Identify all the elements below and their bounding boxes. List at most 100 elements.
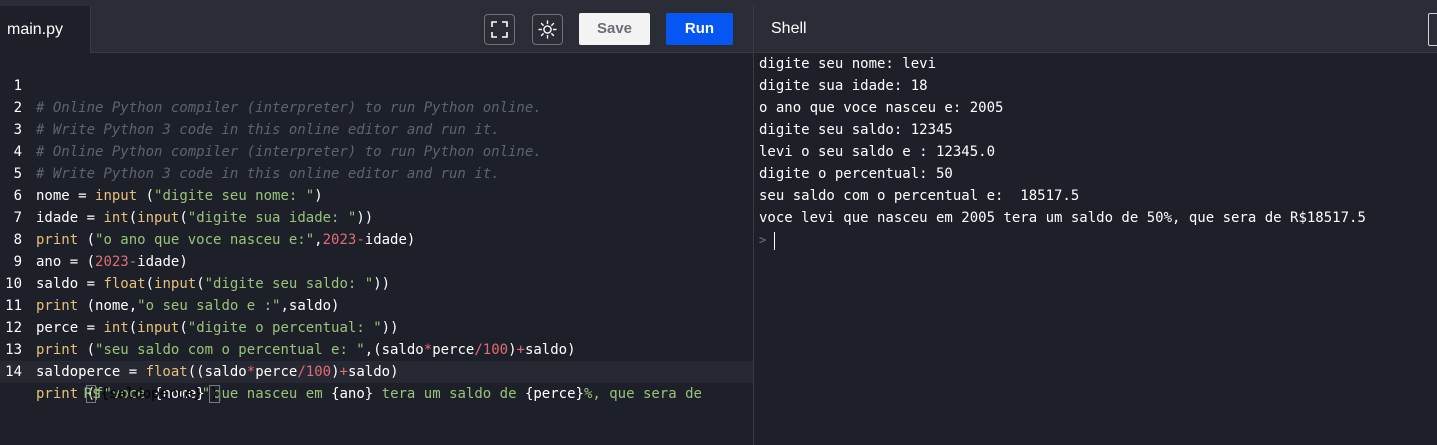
code-token: idade) — [137, 254, 188, 270]
code-token: ) — [508, 342, 517, 358]
code-token-string: tera um saldo de — [373, 386, 525, 402]
code-comment: # Write Python 3 code in this online edi… — [36, 166, 500, 182]
code-token-number: 100 — [482, 342, 509, 358]
shell-title: Shell — [771, 20, 807, 37]
code-text: print ("o ano que voce nasceu e:",2023-i… — [36, 229, 415, 251]
code-token: perce — [432, 342, 475, 358]
code-line: 10 print (nome,"o seu saldo e :",saldo) — [0, 251, 339, 314]
code-token: {perce} — [524, 386, 584, 402]
code-token: ( — [179, 210, 188, 226]
code-token: idade) — [364, 232, 416, 248]
output-line: digite o percentual: 50 — [759, 166, 953, 182]
code-token: ) — [314, 188, 323, 204]
code-line: 11 perce = int(input("digite o percentua… — [0, 273, 398, 336]
clear-button[interactable] — [1428, 13, 1437, 46]
code-token-string: "seu saldo com o percentual e: " — [95, 342, 365, 358]
code-token: ( — [128, 320, 138, 336]
fullscreen-button[interactable] — [484, 14, 515, 45]
code-editor[interactable]: 1 # Online Python compiler (interpreter)… — [0, 53, 753, 445]
output-line: seu saldo com o percentual e: 18517.5 — [759, 188, 1080, 204]
code-token-operator: * — [423, 342, 433, 358]
code-token: , — [314, 232, 323, 248]
code-token: ( — [137, 188, 155, 204]
code-token-string: que nasceu em — [204, 386, 332, 402]
code-text: saldo = float(input("digite seu saldo: "… — [36, 273, 390, 295]
output-line: o ano que voce nasceu e: 2005 — [759, 100, 1004, 116]
code-token: ,(saldo — [364, 342, 424, 358]
code-token: saldo) — [524, 342, 576, 358]
code-token: saldo) — [347, 364, 399, 380]
shell-prompt: > — [759, 233, 767, 247]
code-token-string: "digite seu saldo: " — [204, 276, 374, 292]
code-token: ( — [196, 276, 205, 292]
code-text: perce = int(input("digite o percentual: … — [36, 317, 399, 339]
code-text: idade = int(input("digite sua idade: ")) — [36, 207, 373, 229]
code-line: 9 saldo = float(input("digite seu saldo:… — [0, 229, 391, 292]
code-token-number: 100 — [305, 364, 332, 380]
code-token-function: print — [36, 232, 79, 248]
code-token-operator: + — [516, 342, 525, 358]
code-line: 1 # Online Python compiler (interpreter)… — [0, 53, 542, 116]
save-button[interactable]: Save — [579, 13, 650, 45]
code-token-string: R$ — [83, 386, 101, 402]
run-button[interactable]: Run — [666, 13, 733, 45]
code-line: 6 idade = int(input("digite sua idade: "… — [0, 163, 374, 226]
code-token-string: "digite sua idade: " — [187, 210, 357, 226]
output-line: digite seu saldo: 12345 — [759, 122, 953, 138]
editor-toolbar: main.py Save Run — [0, 6, 753, 53]
shell-header: Shell — [754, 6, 1437, 53]
code-token-string: "o ano que voce nasceu e:" — [95, 232, 315, 248]
code-token-operator: - — [356, 232, 365, 248]
code-token: ( — [145, 276, 155, 292]
code-token: ( — [179, 320, 188, 336]
shell-output[interactable]: digite seu nome: levi digite sua idade: … — [754, 53, 1437, 445]
code-token-string: " — [201, 386, 211, 402]
code-token-function: print — [36, 342, 79, 358]
code-token-function: float — [103, 276, 146, 292]
code-token-operator: / — [297, 364, 306, 380]
code-text: print ("seu saldo com o percentual e: ",… — [36, 339, 576, 361]
line-number: 14 — [5, 364, 22, 380]
code-token-string: %, que sera de — [583, 386, 702, 402]
output-line: digite sua idade: 18 — [759, 78, 928, 94]
code-token-string: "digite seu nome: " — [154, 188, 315, 204]
code-token: perce — [255, 364, 298, 380]
code-token: perce = — [36, 320, 104, 336]
code-token: (nome, — [78, 298, 138, 314]
code-line: 8 ano = (2023-idade) — [0, 207, 188, 270]
code-token: )) — [373, 276, 391, 292]
code-token-function: input — [154, 276, 197, 292]
code-line: 5 nome = input ("digite seu nome: ") — [0, 141, 323, 204]
code-token-operator: * — [246, 364, 256, 380]
code-token: ) — [331, 364, 340, 380]
code-token-operator: + — [339, 364, 348, 380]
file-tab-main-py[interactable]: main.py — [0, 6, 91, 53]
code-line: 12 print ("seu saldo com o percentual e:… — [0, 295, 575, 358]
code-token: ( — [78, 342, 96, 358]
code-text: ano = (2023-idade) — [36, 251, 188, 273]
code-token-operator: - — [128, 254, 138, 270]
code-token: idade = — [36, 210, 104, 226]
code-token: saldo = — [36, 276, 104, 292]
code-token-string: "o seu saldo e :" — [137, 298, 281, 314]
code-token: )) — [381, 320, 399, 336]
code-token: {ano} — [331, 386, 374, 402]
code-line: 3 # Online Python compiler (interpreter)… — [0, 97, 542, 160]
sun-icon — [538, 20, 557, 39]
code-token-function: input — [137, 320, 180, 336]
text-cursor — [774, 232, 775, 250]
code-token: )) — [356, 210, 374, 226]
code-token-function: int — [103, 210, 129, 226]
code-token: nome = — [36, 188, 96, 204]
code-text: nome = input ("digite seu nome: ") — [36, 185, 323, 207]
theme-toggle-button[interactable] — [532, 14, 563, 45]
code-token-function: input — [95, 188, 138, 204]
code-token-number: 2023 — [322, 232, 357, 248]
code-line: 14 print (f"voce {nome} que nasceu em {a… — [0, 339, 702, 403]
output-line: voce levi que nasceu em 2005 tera um sal… — [759, 210, 1366, 226]
code-token-operator: / — [474, 342, 483, 358]
output-line: levi o seu saldo e : 12345.0 — [759, 144, 996, 160]
matched-bracket: ) — [209, 385, 220, 403]
code-text: print (nome,"o seu saldo e :",saldo) — [36, 295, 339, 317]
code-line-wrapped: R${saldoperce}") — [50, 361, 220, 403]
